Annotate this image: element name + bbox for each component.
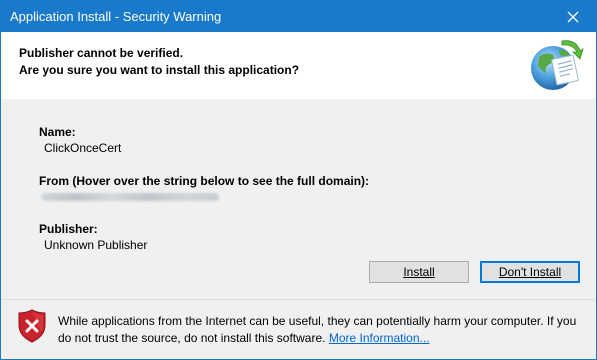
footer-warning: While applications from the Internet can… bbox=[58, 313, 588, 347]
title-bar[interactable]: Application Install - Security Warning bbox=[1, 1, 596, 32]
more-information-link[interactable]: More Information... bbox=[329, 331, 430, 345]
name-label: Name: bbox=[39, 125, 76, 139]
from-domain-value-redacted[interactable] bbox=[41, 193, 219, 201]
window-title: Application Install - Security Warning bbox=[10, 9, 222, 24]
publisher-value: Unknown Publisher bbox=[44, 238, 148, 252]
install-button[interactable]: Install bbox=[369, 261, 469, 283]
footer-panel: While applications from the Internet can… bbox=[1, 300, 596, 359]
close-icon bbox=[567, 11, 579, 22]
warning-heading: Publisher cannot be verified. bbox=[19, 46, 184, 60]
from-label: From (Hover over the string below to see… bbox=[39, 174, 370, 188]
app-name-value: ClickOnceCert bbox=[44, 141, 122, 155]
dont-install-button[interactable]: Don't Install bbox=[480, 261, 580, 283]
shield-error-icon bbox=[18, 309, 46, 343]
publisher-label: Publisher: bbox=[39, 222, 98, 236]
footer-warning-text: While applications from the Internet can… bbox=[58, 314, 577, 345]
close-button[interactable] bbox=[550, 1, 596, 32]
globe-install-icon bbox=[531, 40, 584, 90]
header-panel: Publisher cannot be verified. Are you su… bbox=[1, 32, 596, 99]
security-warning-dialog: Application Install - Security Warning P… bbox=[0, 0, 597, 360]
details-panel: Name: ClickOnceCert From (Hover over the… bbox=[1, 99, 596, 299]
warning-question: Are you sure you want to install this ap… bbox=[19, 63, 300, 77]
